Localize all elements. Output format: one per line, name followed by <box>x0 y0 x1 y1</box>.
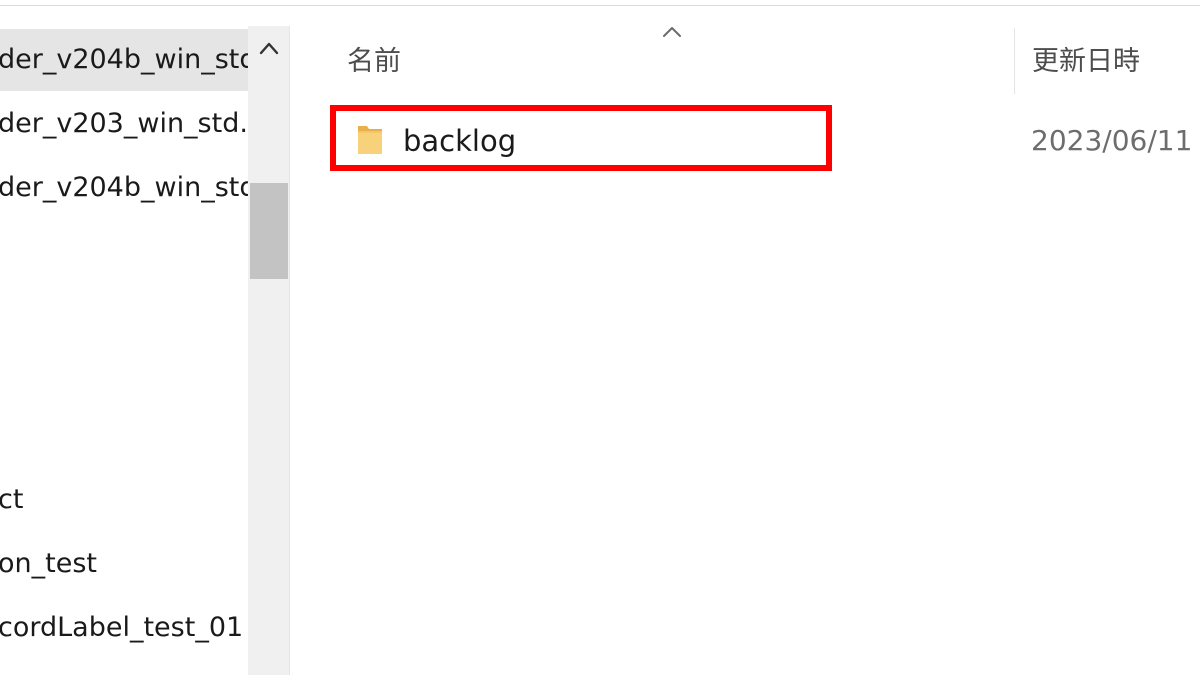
column-header-date[interactable]: 更新日時 <box>1032 42 1140 82</box>
scrollbar-thumb[interactable] <box>250 183 288 279</box>
highlight-box <box>330 105 832 171</box>
column-header-name[interactable]: 名前 <box>347 42 401 82</box>
pane-splitter[interactable] <box>289 26 296 675</box>
nav-item-label: on_test <box>0 548 97 579</box>
nav-item-label: der_v204b_win_std <box>0 44 248 75</box>
nav-item-folder-2[interactable]: der_v203_win_std. <box>0 93 248 155</box>
nav-item-folder-1[interactable]: der_v204b_win_std <box>0 29 248 91</box>
nav-item-folder-3[interactable]: der_v204b_win_std <box>0 157 248 219</box>
top-border <box>0 0 1200 6</box>
chevron-up-icon <box>259 42 278 55</box>
navigation-pane: der_v204b_win_std der_v203_win_std. der_… <box>0 7 248 675</box>
nav-item-folder-5[interactable]: on_test <box>0 533 248 595</box>
scroll-up-button[interactable] <box>248 26 289 70</box>
nav-item-label: ct <box>0 484 24 515</box>
column-divider[interactable] <box>1014 28 1015 94</box>
nav-item-label: der_v203_win_std. <box>0 108 248 139</box>
file-explorer-window: der_v204b_win_std der_v203_win_std. der_… <box>0 0 1200 675</box>
nav-item-folder-4[interactable]: ct <box>0 469 248 531</box>
nav-item-label: cordLabel_test_01 <box>0 612 244 643</box>
nav-item-label: der_v204b_win_std <box>0 172 248 203</box>
nav-scrollbar[interactable] <box>248 26 289 675</box>
sort-ascending-icon <box>663 27 681 37</box>
file-modified-date: 2023/06/11 <box>1031 124 1193 157</box>
nav-item-folder-6[interactable]: cordLabel_test_01 <box>0 597 248 659</box>
